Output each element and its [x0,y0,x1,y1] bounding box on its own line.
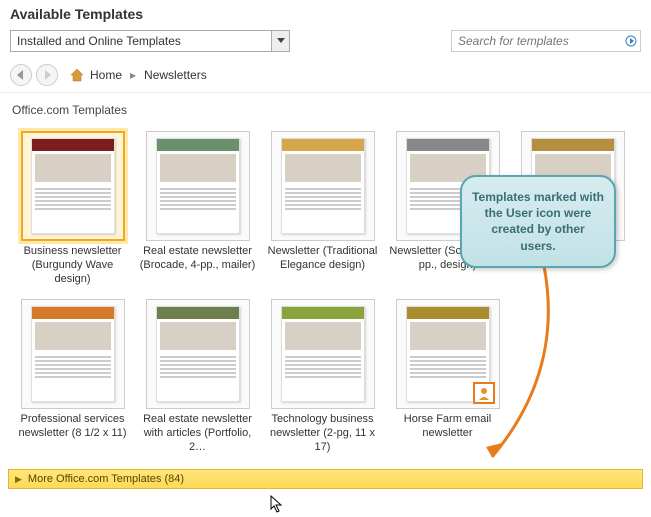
template-thumbnail [146,299,250,409]
callout: Templates marked with the User icon were… [460,175,616,268]
nav-forward-button[interactable] [36,64,58,86]
template-thumbnail [396,299,500,409]
template-label: Horse Farm email newsletter [389,413,507,455]
cursor-icon [270,495,284,513]
toolbar: Installed and Online Templates [0,24,651,58]
template-item[interactable]: Technology business newsletter (2-pg, 11… [260,295,385,459]
template-source-dropdown[interactable]: Installed and Online Templates [10,30,290,52]
nav-back-button[interactable] [10,64,32,86]
home-icon[interactable] [68,66,86,84]
template-label: Real estate newsletter (Brocade, 4-pp., … [139,245,257,287]
section-title: Office.com Templates [0,93,651,121]
template-thumbnail [21,131,125,241]
arrow-left-icon [16,70,26,80]
template-label: Business newsletter (Burgundy Wave desig… [14,245,132,287]
breadcrumb-home[interactable]: Home [90,68,122,82]
breadcrumb-sep-icon: ▸ [130,68,136,82]
expand-right-icon: ▶ [15,474,22,485]
user-icon [473,382,495,404]
template-grid: Templates marked with the User icon were… [0,121,651,465]
template-thumbnail [146,131,250,241]
search-go-button[interactable] [621,31,640,51]
template-item[interactable]: Real estate newsletter with articles (Po… [135,295,260,459]
arrow-right-icon [42,70,52,80]
more-templates-bar[interactable]: ▶ More Office.com Templates (84) [8,469,643,489]
template-thumbnail [271,131,375,241]
callout-text: Templates marked with the User icon were… [472,190,604,253]
dropdown-label: Installed and Online Templates [17,34,181,48]
template-thumbnail [271,299,375,409]
template-item[interactable]: Newsletter (Traditional Elegance design) [260,127,385,291]
template-label: Technology business newsletter (2-pg, 11… [264,413,382,455]
template-item[interactable]: Horse Farm email newsletter [385,295,510,459]
search-arrow-icon [625,35,637,47]
chevron-down-icon [271,31,289,51]
template-item[interactable]: Business newsletter (Burgundy Wave desig… [10,127,135,291]
template-label: Professional services newsletter (8 1/2 … [14,413,132,455]
search-input[interactable] [452,34,621,48]
more-label: More Office.com Templates (84) [28,473,184,485]
template-label: Newsletter (Traditional Elegance design) [264,245,382,287]
template-thumbnail [21,299,125,409]
search-input-wrap [451,30,641,52]
page-title: Available Templates [10,6,641,22]
template-item[interactable]: Professional services newsletter (8 1/2 … [10,295,135,459]
header: Available Templates [0,0,651,24]
template-label: Real estate newsletter with articles (Po… [139,413,257,455]
breadcrumb-current[interactable]: Newsletters [144,68,207,82]
template-item[interactable]: Real estate newsletter (Brocade, 4-pp., … [135,127,260,291]
breadcrumb-nav: Home ▸ Newsletters [0,58,651,93]
